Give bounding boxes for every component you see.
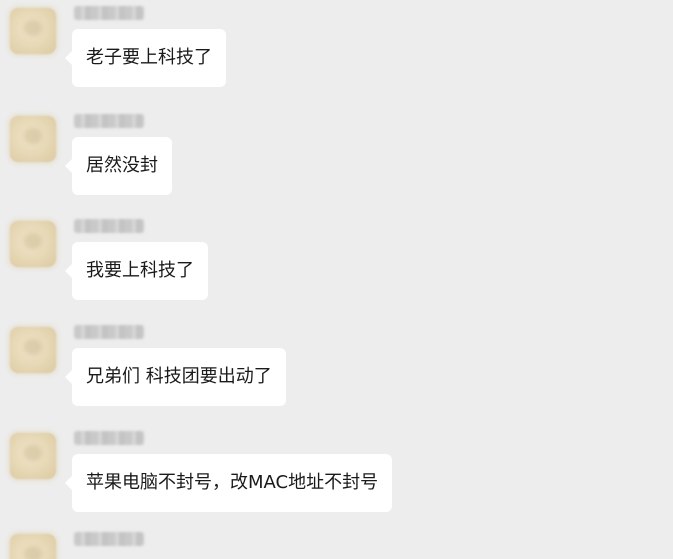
sender-name [74,114,144,128]
avatar[interactable] [10,116,56,162]
chat-message: 苹果电脑不封号，改MAC地址不封号 [0,425,673,535]
chat-message: 兄弟们 科技团要出动了 [0,319,673,429]
message-bubble[interactable]: 苹果电脑不封号，改MAC地址不封号 [64,454,393,512]
sender-name [74,6,144,20]
message-bubble[interactable]: 居然没封 [65,137,172,195]
avatar-image [24,445,42,461]
message-bubble[interactable]: 兄弟们 科技团要出动了 [65,348,286,406]
avatar[interactable] [10,8,56,54]
avatar-image [24,128,42,144]
chat-message: 我要上科技了 [0,213,673,323]
chat-message [0,526,673,559]
avatar-image [24,233,42,249]
chat-message: 居然没封 [0,108,673,218]
chat-message-list[interactable]: 老子要上科技了 居然没封 我要上科技了 兄弟们 科技团要出动了 苹果电脑不封号，… [0,0,673,559]
avatar[interactable] [10,433,56,479]
sender-name [74,325,144,339]
message-bubble[interactable]: 我要上科技了 [65,242,208,300]
message-bubble[interactable]: 老子要上科技了 [65,29,226,87]
avatar[interactable] [10,534,56,559]
avatar-image [24,20,42,36]
avatar-image [24,546,42,559]
sender-name [74,431,144,445]
chat-message: 老子要上科技了 [0,0,673,110]
sender-name [74,532,144,546]
avatar-image [24,339,42,355]
sender-name [74,219,144,233]
avatar[interactable] [10,221,56,267]
avatar[interactable] [10,327,56,373]
